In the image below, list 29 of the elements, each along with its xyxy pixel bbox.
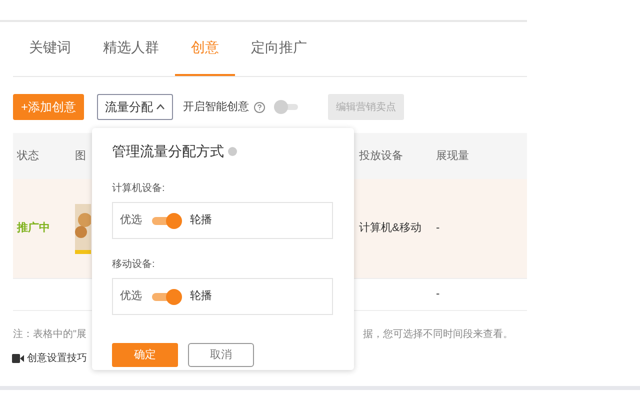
column-header: 展现量 bbox=[436, 150, 469, 162]
tab[interactable]: 精选人群 bbox=[87, 21, 175, 76]
traffic-dropdown[interactable]: 流量分配 bbox=[97, 94, 174, 120]
option-label: 轮播 bbox=[190, 289, 212, 304]
smart-creative-label: 开启智能创意 bbox=[183, 100, 250, 115]
toggle-switch[interactable] bbox=[274, 100, 300, 114]
toggle-switch[interactable] bbox=[150, 288, 182, 304]
table-cell: 计算机&移动 bbox=[359, 222, 422, 234]
note-text: 注：表格中的"展 bbox=[13, 328, 87, 342]
column-header: 图 bbox=[75, 150, 86, 162]
table-cell: - bbox=[436, 222, 440, 234]
cancel-button[interactable]: 取消 bbox=[188, 343, 254, 367]
option-label: 优选 bbox=[120, 289, 142, 304]
option-label: 优选 bbox=[120, 213, 142, 228]
field-label: 移动设备: bbox=[112, 258, 156, 272]
table-cell: - bbox=[436, 288, 440, 300]
tab[interactable]: 关键词 bbox=[13, 21, 87, 76]
popup-title: 管理流量分配方式 bbox=[112, 142, 224, 161]
tab[interactable]: 定向推广 bbox=[235, 21, 323, 76]
video-camera-icon bbox=[12, 354, 24, 363]
toggle-switch[interactable] bbox=[150, 212, 182, 228]
option-label: 轮播 bbox=[190, 213, 212, 228]
field-label: 计算机设备: bbox=[112, 182, 166, 196]
note-text: 据，您可选择不同时间段来查看。 bbox=[363, 328, 513, 342]
status-text: 推广中 bbox=[17, 222, 50, 234]
column-header: 状态 bbox=[17, 150, 39, 162]
column-header: 投放设备 bbox=[359, 150, 403, 162]
caret-icon bbox=[156, 104, 166, 110]
tips-link[interactable]: 创意设置技巧 bbox=[12, 351, 87, 366]
